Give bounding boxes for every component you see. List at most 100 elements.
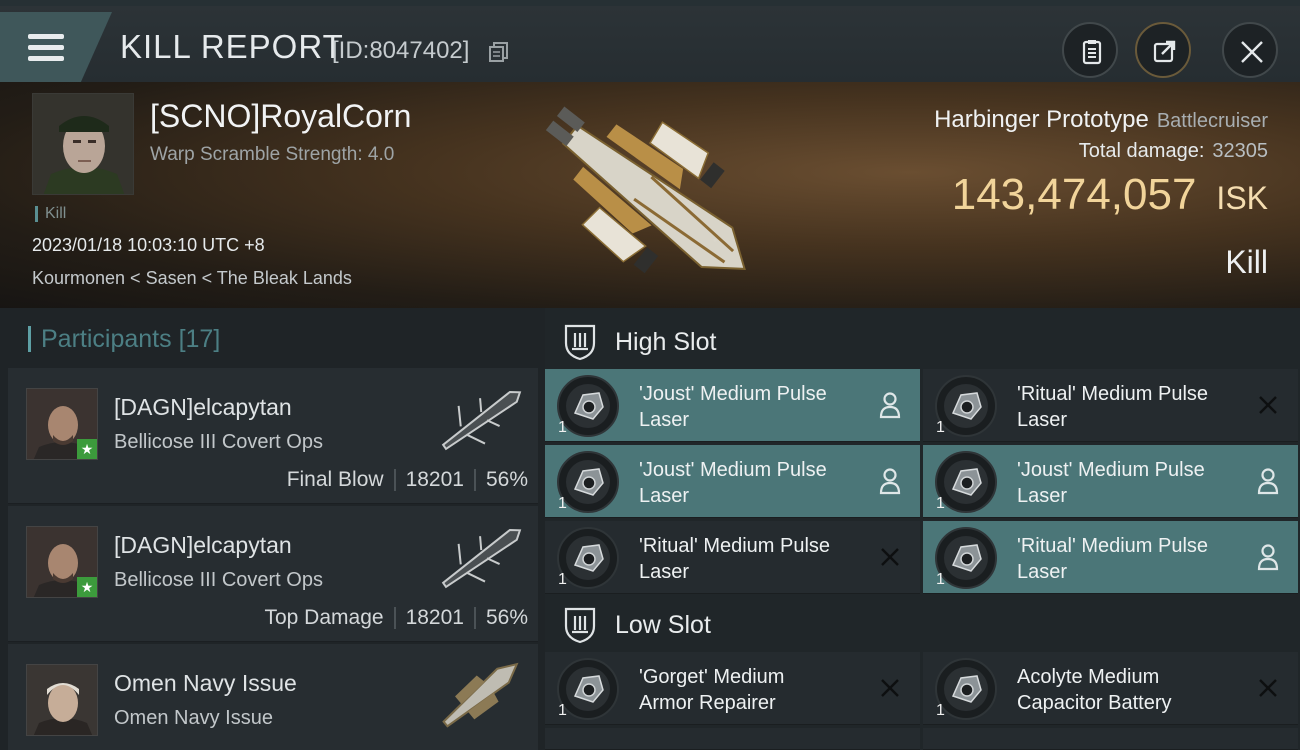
participant-percent: 56% [485,468,528,491]
module-partial [923,728,1298,750]
module-name-line1: 'Joust' Medium Pulse [639,383,827,405]
person-icon [1257,468,1279,495]
title-bar: KILL REPORT [ID:8047402] [0,0,1300,84]
participant-role: Top Damage [264,606,384,629]
victim-banner: [SCNO]RoyalCorn Warp Scramble Strength: … [0,82,1300,308]
star-icon: ★ [77,439,97,459]
module-quantity: 1 [558,702,567,719]
star-icon: ★ [77,577,97,597]
victim-ship-image[interactable] [520,90,780,300]
participant-portrait: ★ [26,526,98,598]
module-quantity: 1 [936,571,945,588]
module-name-line2: Capacitor Battery [1017,692,1172,714]
victim-ship-name[interactable]: Harbinger Prototype Battlecruiser [934,106,1268,134]
clipboard-icon [1082,40,1102,65]
module-tile[interactable]: 1 'Joust' Medium Pulse Laser [545,369,920,442]
person-icon [879,392,901,419]
victim-portrait[interactable] [32,93,134,195]
low-slot-label: Low Slot [615,610,711,639]
module-tile[interactable]: 1 'Gorget' Medium Armor Repairer [545,652,920,725]
module-name: Acolyte Medium Capacitor Battery [1017,664,1257,716]
module-name: 'Ritual' Medium Pulse Laser [1017,381,1257,433]
module-name-line1: 'Joust' Medium Pulse [639,459,827,481]
low-slot-header: Low Slot [563,603,711,647]
participant-name[interactable]: [DAGN]elcapytan [114,394,292,421]
module-name-line2: Laser [639,485,690,507]
share-button[interactable] [1135,22,1191,78]
module-tile[interactable]: 1 Acolyte Medium Capacitor Battery [923,652,1298,725]
module-name-line1: 'Ritual' Medium Pulse [639,535,831,557]
participant-stats: Final Blow 18201 56% [287,468,528,492]
fitting-panel: High Slot 1 'Joust' Medium Pulse Laser 1 'Ri… [545,308,1300,750]
high-slot-header: High Slot [563,320,716,364]
module-quantity: 1 [558,495,567,512]
participant-ship: Omen Navy Issue [114,707,273,729]
participant-row[interactable]: Omen Navy Issue Omen Navy Issue [8,644,538,750]
module-tile[interactable]: 1 'Ritual' Medium Pulse Laser [923,369,1298,442]
hamburger-icon [28,34,64,64]
person-icon [1257,544,1279,571]
participant-name[interactable]: [DAGN]elcapytan [114,532,292,559]
module-name: 'Joust' Medium Pulse Laser [639,381,879,433]
module-quantity: 1 [936,702,945,719]
module-name-line1: 'Joust' Medium Pulse [1017,459,1205,481]
kill-datetime: 2023/01/18 10:03:10 UTC +8 [32,235,265,255]
warp-scramble-strength: Warp Scramble Strength: 4.0 [150,144,395,165]
module-name: 'Joust' Medium Pulse Laser [1017,457,1257,509]
module-quantity: 1 [558,571,567,588]
high-slot-icon [564,324,596,361]
module-name-line2: Laser [1017,409,1068,431]
participant-stats: Top Damage 18201 56% [264,606,528,630]
module-name-line1: 'Ritual' Medium Pulse [1017,535,1209,557]
module-partial [545,728,920,750]
module-name-line2: Laser [1017,485,1068,507]
participant-ship: Bellicose III Covert Ops [114,569,323,591]
participant-name[interactable]: Omen Navy Issue [114,670,297,697]
module-tile[interactable]: 1 'Ritual' Medium Pulse Laser [545,521,920,594]
divider [393,607,396,630]
person-icon [879,468,901,495]
kill-location[interactable]: Kourmonen < Sasen < The Bleak Lands [32,268,352,289]
participant-role: Final Blow [286,468,384,491]
participant-portrait [26,664,98,736]
copy-icon[interactable] [488,41,510,63]
module-name-line2: Armor Repairer [639,692,776,714]
module-tile[interactable]: 1 'Joust' Medium Pulse Laser [545,445,920,518]
participants-panel: Participants [17] ★ [DAGN]elcapytan Bell… [0,308,545,750]
isk-amount: 143,474,057 [951,170,1197,219]
module-name: 'Ritual' Medium Pulse Laser [639,533,879,585]
module-quantity: 1 [936,419,945,436]
module-quantity: 1 [558,419,567,436]
pilot-portrait-image [27,665,97,735]
participant-row[interactable]: ★ [DAGN]elcapytan Bellicose III Covert O… [8,368,538,504]
module-tile[interactable]: 1 'Joust' Medium Pulse Laser [923,445,1298,518]
close-icon [1241,41,1263,63]
module-tile[interactable]: 1 'Ritual' Medium Pulse Laser [923,521,1298,594]
module-name: 'Ritual' Medium Pulse Laser [1017,533,1257,585]
module-name-line1: 'Gorget' Medium [639,666,785,688]
clipboard-button[interactable] [1062,22,1118,78]
destroyed-x-icon [881,548,899,566]
page-title: KILL REPORT [120,28,344,65]
participant-ship: Bellicose III Covert Ops [114,431,323,453]
pilot-portrait-image [33,94,133,194]
close-button[interactable] [1222,22,1278,78]
divider [473,469,476,492]
divider [473,607,476,630]
module-name-line2: Laser [639,409,690,431]
ship-class: Battlecruiser [1156,110,1268,132]
participant-row[interactable]: ★ [DAGN]elcapytan Bellicose III Covert O… [8,506,538,642]
participant-percent: 56% [485,606,528,629]
victim-name[interactable]: [SCNO]RoyalCorn [150,98,411,135]
module-name: 'Joust' Medium Pulse Laser [639,457,879,509]
participant-damage: 18201 [405,468,464,491]
menu-button[interactable] [0,12,112,84]
report-id: [ID:8047402] [332,37,470,64]
participant-ship-image [441,390,522,451]
participant-ship-image [441,528,522,589]
module-name-line2: Laser [639,561,690,583]
module-name-line2: Laser [1017,561,1068,583]
participants-header: Participants [17] [28,326,220,352]
ship-type: Harbinger Prototype [934,106,1149,133]
destroyed-x-icon [1259,396,1277,414]
